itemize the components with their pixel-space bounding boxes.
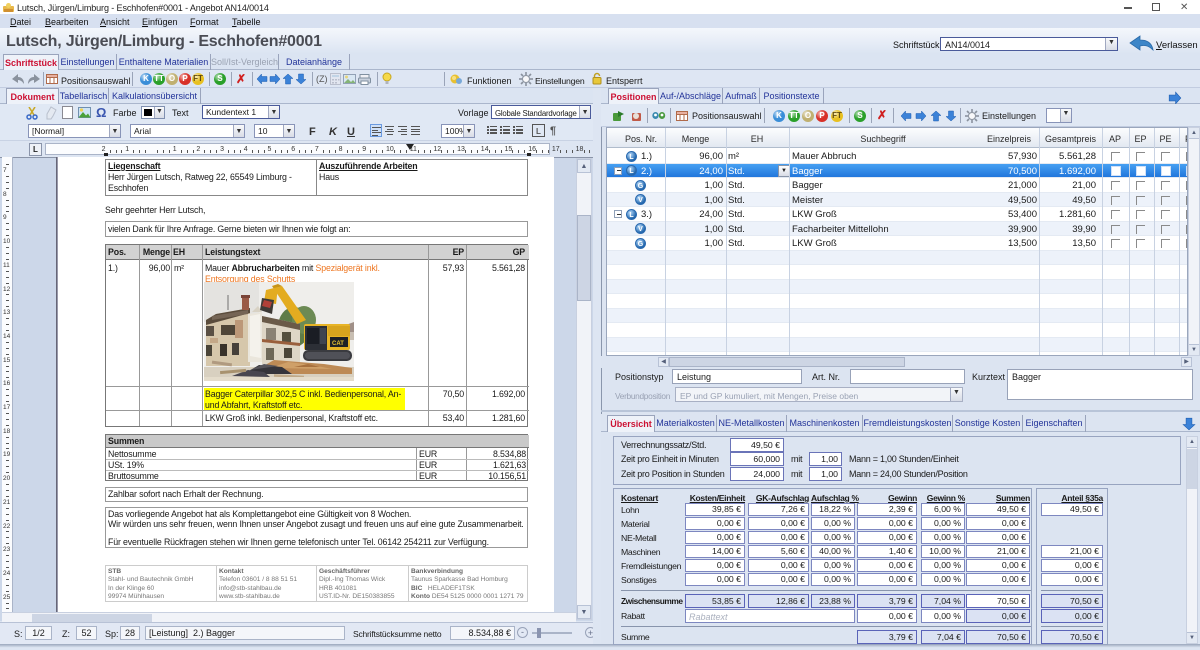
svg-text:CAT: CAT [332, 341, 344, 347]
